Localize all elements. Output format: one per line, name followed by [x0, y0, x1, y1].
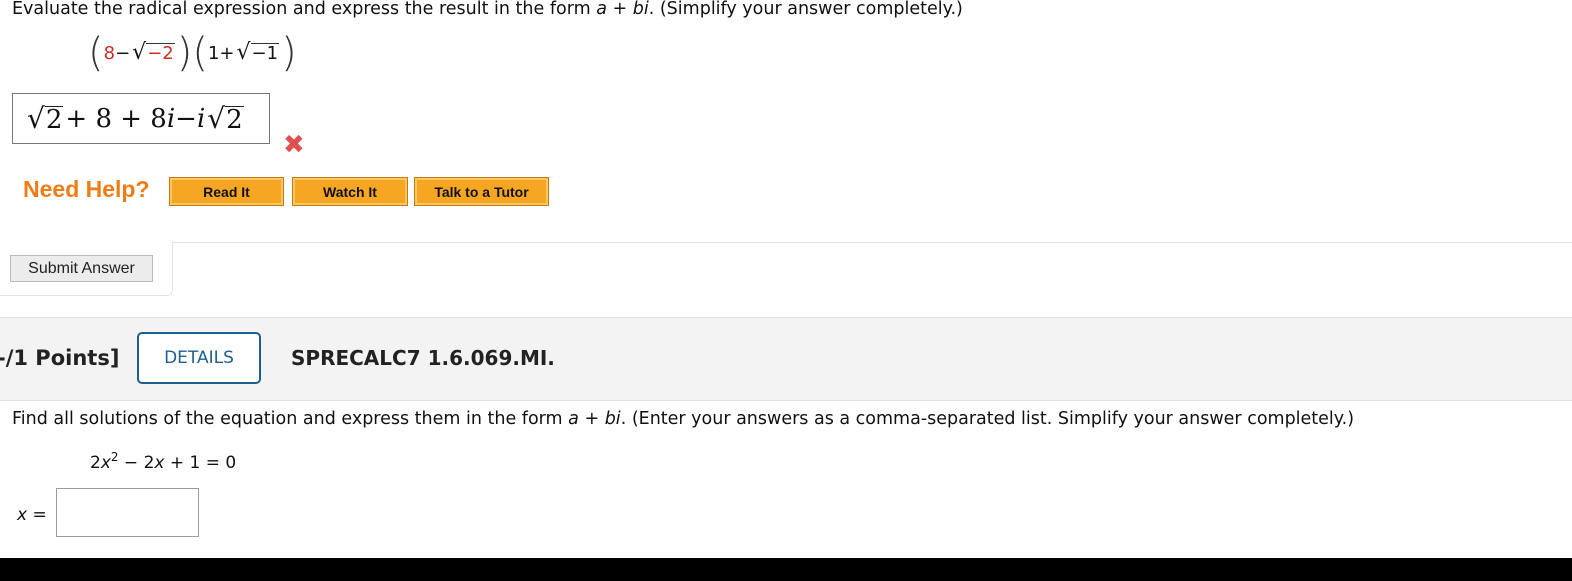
instruction-text-end: . (Enter your answers as a comma-separat… — [620, 409, 1355, 429]
talk-to-tutor-button[interactable]: Talk to a Tutor — [414, 177, 549, 206]
submit-bar — [0, 242, 1572, 296]
question-2-instruction: Find all solutions of the equation and e… — [12, 409, 1354, 429]
imaginary-unit: i — [196, 103, 206, 134]
eq-coef: 2 — [90, 453, 101, 473]
form-a: a — [568, 409, 579, 429]
sqrt-symbol: √ — [132, 40, 147, 65]
eq-var: x — [100, 453, 111, 473]
eq-part: − 2 — [118, 453, 155, 473]
radical-neg1: √ −1 — [237, 42, 280, 64]
form-a: a — [596, 0, 607, 19]
close-paren: ) — [281, 30, 297, 76]
eq-var: x — [154, 453, 165, 473]
answer-radical-2: √ 2 — [207, 101, 244, 135]
watch-it-button[interactable]: Watch It — [292, 177, 408, 206]
open-paren: ( — [88, 30, 104, 76]
imaginary-unit: i — [166, 103, 176, 134]
incorrect-x-icon: ✖ — [283, 130, 305, 160]
details-button[interactable]: DETAILS — [137, 332, 261, 384]
instruction-text-end: . (Simplify your answer completely.) — [648, 0, 963, 19]
x-answer-input[interactable] — [56, 488, 199, 537]
radicand: 2 — [225, 104, 244, 135]
need-help-label: Need Help? — [23, 176, 150, 202]
expr-minus: − — [115, 42, 131, 64]
sqrt-symbol: √ — [207, 101, 226, 135]
submit-answer-button[interactable]: Submit Answer — [10, 255, 153, 282]
sqrt-symbol: √ — [27, 101, 45, 135]
instruction-text: Evaluate the radical expression and expr… — [12, 0, 597, 19]
expr-term-1: 1 — [207, 42, 220, 64]
answer-input[interactable]: √ 2 + 8 + 8i − i √ 2 — [12, 93, 270, 144]
points-label: -/1 Points] — [0, 346, 120, 370]
expr-term-8: 8 — [103, 42, 116, 64]
form-bi: bi — [604, 409, 621, 429]
radicand: −1 — [250, 43, 280, 64]
page: Evaluate the radical expression and expr… — [0, 0, 1572, 558]
expr-plus: + — [219, 42, 235, 64]
answer-text: + 8 + 8 — [65, 103, 167, 134]
open-paren: ( — [192, 30, 208, 76]
form-plus: + — [578, 409, 605, 429]
instruction-text: Find all solutions of the equation and e… — [12, 409, 569, 429]
close-paren: ) — [176, 30, 193, 76]
answer-radical-1: √ 2 — [27, 101, 64, 135]
sqrt-symbol: √ — [236, 40, 251, 65]
answer-minus: − — [175, 103, 197, 134]
x-equals: = — [27, 505, 47, 525]
radicand: 2 — [44, 104, 64, 135]
radical-expression: ( 8 − √ −2 ) ( 1 + √ −1 ) — [88, 33, 297, 73]
x-label: x = — [17, 505, 47, 525]
quadratic-equation: 2x2 − 2x + 1 = 0 — [90, 450, 236, 473]
radical-neg2: √ −2 — [132, 42, 175, 64]
form-bi: bi — [632, 0, 649, 19]
question-1-instruction: Evaluate the radical expression and expr… — [12, 0, 963, 19]
eq-part: + 1 = 0 — [164, 453, 237, 473]
form-plus: + — [606, 0, 633, 19]
read-it-button[interactable]: Read It — [169, 177, 284, 206]
question-code: SPRECALC7 1.6.069.MI. — [291, 346, 555, 370]
x-var: x — [17, 505, 28, 525]
eq-exponent: 2 — [110, 450, 119, 464]
radicand: −2 — [146, 43, 175, 64]
